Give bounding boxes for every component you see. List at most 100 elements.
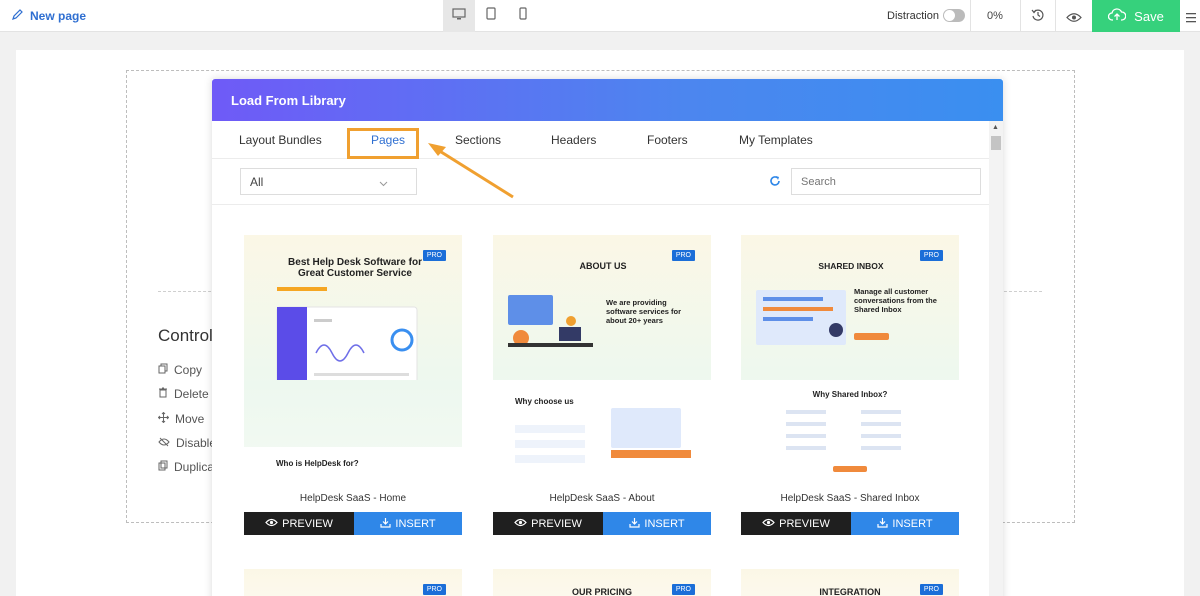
card-actions: PREVIEW INSERT: [741, 512, 959, 535]
delete-control[interactable]: Delete: [158, 387, 209, 401]
move-label: Move: [175, 412, 205, 426]
thumbnail-lower-section: Why Shared Inbox?: [741, 380, 959, 484]
chevron-down-icon: [379, 176, 388, 190]
tablet-view-button[interactable]: [475, 0, 507, 32]
thumb-tagline: Manage all customer conversations from t…: [854, 287, 937, 314]
insert-icon: [380, 517, 392, 531]
filter-value: All: [250, 175, 264, 189]
category-filter-select[interactable]: All: [240, 168, 417, 195]
filter-divider: [212, 204, 989, 205]
copy-control[interactable]: Copy: [158, 363, 202, 377]
distraction-label: Distraction: [887, 9, 939, 22]
history-icon[interactable]: [1031, 8, 1045, 27]
insert-button[interactable]: INSERT: [354, 512, 462, 535]
save-button[interactable]: Save: [1092, 0, 1180, 32]
refresh-icon[interactable]: [769, 174, 781, 192]
pro-badge: PRO: [422, 250, 446, 261]
pro-badge: PRO: [671, 250, 695, 261]
preview-button[interactable]: PREVIEW: [741, 512, 851, 535]
template-card[interactable]: PRO: [244, 569, 462, 596]
template-card[interactable]: OUR PRICING PRO: [493, 569, 711, 596]
divider: [970, 0, 971, 32]
tab-headers[interactable]: Headers: [551, 133, 596, 147]
preview-button[interactable]: PREVIEW: [493, 512, 603, 535]
insert-button[interactable]: INSERT: [851, 512, 959, 535]
tablet-icon: [486, 7, 496, 25]
preview-label: PREVIEW: [282, 517, 333, 530]
pages-tab-highlight: [347, 128, 419, 159]
insert-label: INSERT: [644, 517, 685, 530]
insert-label: INSERT: [892, 517, 933, 530]
thumb-heading: ABOUT US: [579, 261, 627, 271]
desktop-icon: [452, 7, 466, 25]
duplicate-control[interactable]: Duplica: [158, 460, 214, 474]
tab-my-templates[interactable]: My Templates: [739, 133, 813, 147]
template-name: HelpDesk SaaS - Shared Inbox: [780, 493, 920, 504]
copy-icon: [158, 363, 168, 377]
scrollbar-thumb[interactable]: [991, 136, 1001, 150]
search-input[interactable]: [791, 168, 981, 195]
insert-label: INSERT: [395, 517, 436, 530]
device-switcher: [443, 0, 539, 32]
template-thumbnail: Why choose us ABOUT US We are providing …: [493, 235, 711, 484]
eye-icon: [514, 518, 527, 530]
copy-label: Copy: [174, 363, 203, 377]
mobile-view-button[interactable]: [507, 0, 539, 32]
page-name: New page: [30, 8, 87, 23]
tab-sections[interactable]: Sections: [455, 133, 501, 147]
control-title: Control: [158, 326, 213, 345]
template-name: HelpDesk SaaS - Home: [299, 493, 407, 504]
trash-icon: [158, 387, 168, 401]
tab-footers[interactable]: Footers: [647, 133, 688, 147]
divider: [1020, 0, 1021, 32]
pro-badge: PRO: [919, 250, 943, 261]
thumbnail-lower-section: Who is HelpDesk for?: [244, 447, 462, 484]
eye-slash-icon: [158, 436, 170, 450]
template-thumbnail: Why Shared Inbox? SHARED INBOX Manage al…: [741, 235, 959, 484]
disable-control[interactable]: Disable: [158, 436, 216, 450]
delete-label: Delete: [174, 387, 209, 401]
thumb-heading: Best Help Desk Software for Great Custom…: [288, 257, 422, 279]
disable-label: Disable: [176, 436, 217, 450]
divider: [1055, 0, 1056, 32]
template-card[interactable]: Who is HelpDesk for? Best Help Desk Soft…: [244, 235, 462, 535]
pro-badge: PRO: [422, 584, 446, 595]
thumb-tagline: We are providing software services for a…: [606, 298, 682, 325]
save-label: Save: [1134, 8, 1164, 24]
cloud-upload-icon: [1108, 8, 1127, 24]
template-thumbnail: Who is HelpDesk for? Best Help Desk Soft…: [244, 235, 462, 484]
desktop-view-button[interactable]: [443, 0, 475, 32]
mobile-icon: [519, 7, 527, 25]
scroll-up-arrow-icon[interactable]: ▲: [992, 124, 999, 131]
pencil-icon: [12, 8, 24, 23]
eye-icon[interactable]: [1066, 10, 1082, 28]
menu-icon[interactable]: [1186, 10, 1196, 28]
preview-label: PREVIEW: [779, 517, 830, 530]
duplicate-label: Duplica: [174, 460, 215, 474]
move-control[interactable]: Move: [157, 411, 205, 426]
template-card[interactable]: Why choose us ABOUT US We are providing …: [493, 235, 711, 535]
insert-button[interactable]: INSERT: [603, 512, 711, 535]
distraction-toggle[interactable]: Distraction: [887, 9, 965, 22]
pro-badge: PRO: [671, 584, 695, 595]
modal-scrollbar[interactable]: ▲ ▼: [989, 121, 1003, 596]
eye-icon: [762, 518, 775, 530]
template-card[interactable]: INTEGRATION PRO: [741, 569, 959, 596]
toggle-switch[interactable]: [942, 9, 965, 22]
page-name-button[interactable]: New page: [12, 8, 86, 23]
duplicate-icon: [158, 460, 168, 474]
eye-icon: [265, 518, 278, 530]
template-name: HelpDesk SaaS - About: [549, 493, 655, 504]
modal-title: Load From Library: [231, 92, 346, 108]
modal-header: Load From Library: [212, 79, 1003, 121]
library-tabs: Layout Bundles Pages Sections Headers Fo…: [212, 121, 989, 159]
insert-icon: [877, 517, 889, 531]
preview-label: PREVIEW: [531, 517, 582, 530]
tab-layout-bundles[interactable]: Layout Bundles: [239, 133, 322, 147]
card-actions: PREVIEW INSERT: [244, 512, 462, 535]
insert-icon: [629, 517, 641, 531]
template-card[interactable]: Why Shared Inbox? SHARED INBOX Manage al…: [741, 235, 959, 535]
card-actions: PREVIEW INSERT: [493, 512, 711, 535]
zoom-readout: 0%: [987, 10, 1003, 22]
preview-button[interactable]: PREVIEW: [244, 512, 354, 535]
